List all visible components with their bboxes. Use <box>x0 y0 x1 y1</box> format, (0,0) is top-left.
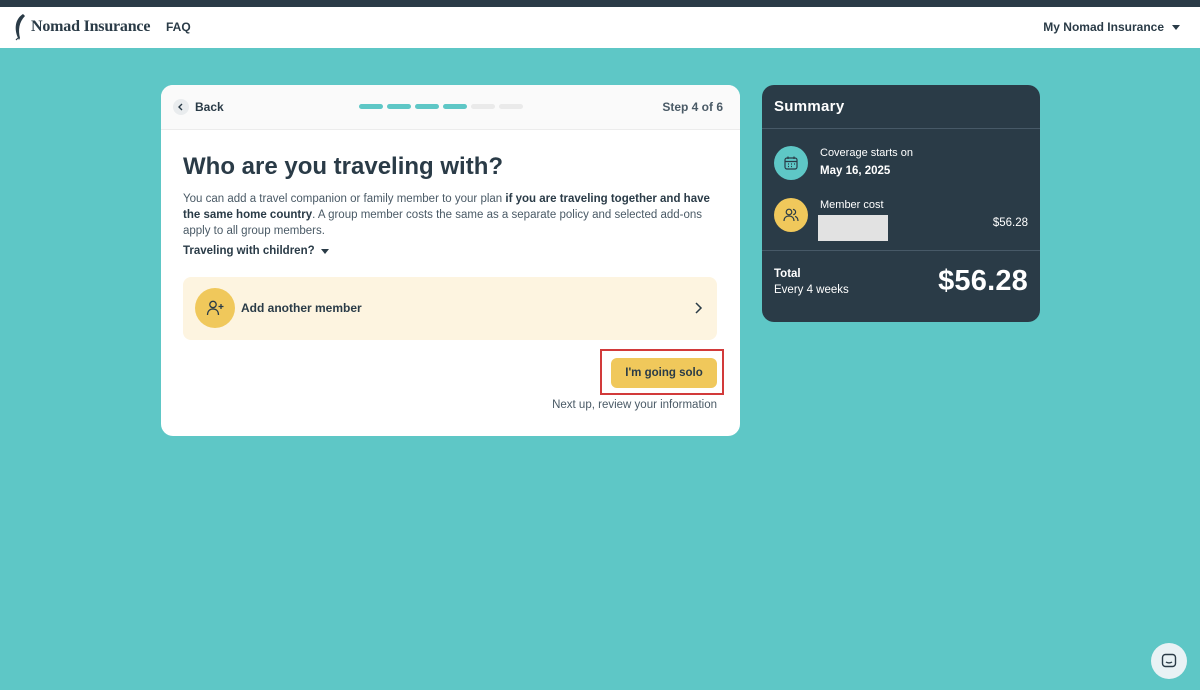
next-up-text: Next up, review your information <box>552 399 717 411</box>
going-solo-button[interactable]: I'm going solo <box>611 358 717 388</box>
back-button[interactable]: Back <box>173 99 224 115</box>
progress-segment <box>443 104 467 109</box>
total-period: Every 4 weeks <box>774 284 849 296</box>
progress-segment <box>499 104 523 109</box>
add-member-label: Add another member <box>241 301 362 315</box>
coverage-label: Coverage starts on <box>820 147 913 159</box>
chat-button[interactable] <box>1151 643 1187 679</box>
progress-segment <box>359 104 383 109</box>
step-indicator: Step 4 of 6 <box>662 100 723 114</box>
chevron-left-icon <box>173 99 189 115</box>
users-icon <box>774 198 808 232</box>
progress-bar <box>359 104 523 109</box>
member-cost-value: $56.28 <box>992 217 1028 229</box>
traveling-with-children-toggle[interactable]: Traveling with children? <box>183 245 329 257</box>
calendar-icon <box>774 146 808 180</box>
total-label: Total <box>774 268 801 280</box>
page-title: Who are you traveling with? <box>183 153 504 180</box>
divider <box>762 250 1040 251</box>
caret-down-icon <box>1172 24 1180 30</box>
caret-down-icon <box>320 248 329 254</box>
my-account-menu[interactable]: My Nomad Insurance <box>1043 20 1180 34</box>
chevron-right-icon <box>695 302 703 314</box>
summary-panel: Summary Coverage starts on May 16, 2025 … <box>762 85 1040 322</box>
page-description: You can add a travel companion or family… <box>183 191 713 239</box>
coverage-date: May 16, 2025 <box>820 165 891 177</box>
children-toggle-label: Traveling with children? <box>183 245 315 257</box>
member-cost-label: Member cost <box>820 199 884 211</box>
back-label: Back <box>195 100 224 114</box>
feather-icon <box>15 14 25 41</box>
user-plus-icon <box>195 288 235 328</box>
add-member-button[interactable]: Add another member <box>183 277 717 340</box>
member-name-redacted <box>818 215 888 241</box>
site-header: Nomad Insurance FAQ My Nomad Insurance <box>0 7 1200 48</box>
progress-segment <box>415 104 439 109</box>
progress-segment <box>387 104 411 109</box>
total-amount: $56.28 <box>938 265 1028 297</box>
brand-name: Nomad Insurance <box>31 18 151 35</box>
summary-title: Summary <box>774 98 845 115</box>
brand-logo[interactable]: Nomad Insurance <box>13 13 150 41</box>
divider <box>762 128 1040 129</box>
traveling-with-card: Back Step 4 of 6 Who are you traveling w… <box>161 85 740 436</box>
description-text: You can add a travel companion or family… <box>183 193 506 205</box>
my-account-label: My Nomad Insurance <box>1043 20 1164 34</box>
progress-segment <box>471 104 495 109</box>
faq-link[interactable]: FAQ <box>166 20 191 34</box>
card-top-bar: Back Step 4 of 6 <box>161 85 740 130</box>
chat-icon <box>1161 653 1177 668</box>
